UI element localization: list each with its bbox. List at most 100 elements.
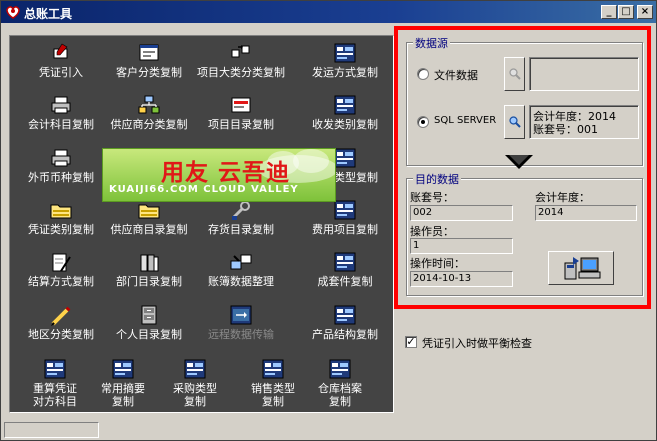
tool-button[interactable]: 重算凭证 对方科目 [15, 358, 95, 408]
sql-server-radio[interactable] [417, 116, 429, 128]
tool-label: 账簿数据整理 [208, 275, 274, 288]
tool-label: 个人目录复制 [116, 328, 182, 341]
tool-button[interactable]: 存货目录复制 [195, 199, 287, 236]
maximize-button[interactable]: □ [618, 5, 634, 19]
cabinet-icon [103, 304, 195, 326]
printer-icon [15, 147, 107, 169]
database-table-icon [233, 358, 313, 380]
copy-arrows-icon [195, 42, 287, 64]
printer-icon [15, 94, 107, 116]
target-account-label: 账套号： [410, 191, 454, 204]
tool-button[interactable]: 地区分类复制 [15, 304, 107, 341]
tool-label: 地区分类复制 [28, 328, 94, 341]
target-group: 目的数据 账套号： 002 会计年度： 2014 操作员： 1 操作时间： 20… [406, 171, 643, 296]
tool-button[interactable]: 产品结构复制 [299, 304, 391, 341]
file-path-display[interactable] [529, 57, 639, 91]
tool-label: 常用摘要 [101, 382, 145, 395]
source-group-title: 数据源 [413, 35, 450, 51]
tool-label: 发运方式复制 [312, 66, 378, 79]
source-group: 数据源 文件数据 SQL SERVER 会计年度：2014 账套号：001 [406, 35, 643, 166]
document-pen-icon [15, 251, 107, 273]
tool-button[interactable]: 外币币种复制 [15, 147, 107, 184]
source-account: 账套号：001 [533, 123, 598, 136]
database-table-icon [155, 358, 235, 380]
tool-label-line2: 复制 [262, 395, 284, 408]
minimize-button[interactable]: _ [601, 5, 617, 19]
tool-label: 产品结构复制 [312, 328, 378, 341]
tool-label-line2: 复制 [112, 395, 134, 408]
tool-button[interactable]: 项目目录复制 [195, 94, 287, 131]
tool-button[interactable]: 销售类型 复制 [233, 358, 313, 408]
execute-copy-button[interactable] [548, 251, 614, 285]
tool-label: 结算方式复制 [28, 275, 94, 288]
window-title: 总账工具 [24, 7, 73, 21]
target-group-title: 目的数据 [413, 171, 461, 187]
window-icon [103, 42, 195, 64]
tool-button[interactable]: 客户分类复制 [103, 42, 195, 79]
tool-label: 重算凭证 [33, 382, 77, 395]
tool-label: 项目大类分类复制 [197, 66, 285, 79]
database-table-icon [299, 94, 391, 116]
file-data-label: 文件数据 [434, 69, 478, 82]
folder-icon [103, 199, 195, 221]
tool-button[interactable]: 项目大类分类复制 [195, 42, 287, 79]
tool-button[interactable]: 结算方式复制 [15, 251, 107, 288]
app-logo-icon [6, 6, 20, 19]
tool-button[interactable]: 个人目录复制 [103, 304, 195, 341]
tool-button[interactable]: 常用摘要 复制 [83, 358, 163, 408]
file-browse-button[interactable] [504, 57, 525, 91]
down-arrow-icon [505, 155, 533, 169]
close-button[interactable]: × [637, 5, 653, 19]
magnifier-icon [509, 116, 521, 128]
magnifier-icon [509, 68, 521, 80]
banner-subtitle: KUAIJI66.COM CLOUD VALLEY [109, 184, 299, 195]
tool-label: 供应商分类复制 [110, 118, 188, 131]
status-bar [4, 422, 99, 438]
tool-label: 远程数据传输 [208, 328, 274, 341]
tool-button[interactable]: 会计科目复制 [15, 94, 107, 131]
tool-label: 成套件复制 [317, 275, 373, 288]
target-year-field[interactable]: 2014 [535, 205, 637, 221]
tool-button[interactable]: 采购类型 复制 [155, 358, 235, 408]
operation-time-field[interactable]: 2014-10-13 [410, 271, 513, 287]
computer-transfer-icon [564, 257, 601, 280]
tool-button[interactable]: 费用项目复制 [299, 199, 391, 236]
sql-source-display: 会计年度：2014 账套号：001 [529, 105, 639, 139]
database-table-icon [299, 42, 391, 64]
network-icon [103, 94, 195, 116]
sql-server-label: SQL SERVER [434, 115, 497, 126]
tool-button[interactable]: 部门目录复制 [103, 251, 195, 288]
tool-button[interactable]: 账簿数据整理 [195, 251, 287, 288]
file-data-radio[interactable] [417, 68, 429, 80]
target-year-label: 会计年度： [535, 191, 590, 204]
tool-label: 费用项目复制 [312, 223, 378, 236]
tool-label-line2: 复制 [184, 395, 206, 408]
balance-check-checkbox[interactable]: ✓ [405, 336, 417, 348]
banner-title: 用友 云吾迪 [161, 160, 291, 186]
tool-button[interactable]: 供应商分类复制 [103, 94, 195, 131]
tool-button[interactable]: 发运方式复制 [299, 42, 391, 79]
sql-browse-button[interactable] [504, 105, 525, 139]
target-account-field[interactable]: 002 [410, 205, 513, 221]
books-icon [103, 251, 195, 273]
tool-button[interactable]: 供应商目录复制 [103, 199, 195, 236]
tool-label: 项目目录复制 [208, 118, 274, 131]
tool-button[interactable]: 成套件复制 [299, 251, 391, 288]
operator-field[interactable]: 1 [410, 238, 513, 254]
pencil-icon [15, 304, 107, 326]
tool-button[interactable]: 凭证引入 [15, 42, 107, 79]
tool-label: 采购类型 [173, 382, 217, 395]
database-table-icon [83, 358, 163, 380]
tool-label: 部门目录复制 [116, 275, 182, 288]
operator-label: 操作员： [410, 225, 454, 238]
tool-button[interactable]: 凭证类别复制 [15, 199, 107, 236]
tools-panel: 仓库档案 复制 销售类型 复制 采购类型 复制 常用摘要 复制 重算凭证 对方科目 产品结构复制 远程… [9, 35, 394, 413]
tool-label: 外币币种复制 [28, 171, 94, 184]
tool-button[interactable]: 远程数据传输 [195, 304, 287, 341]
title-bar[interactable]: 总账工具 _ □ × [1, 1, 656, 23]
database-table-icon [299, 251, 391, 273]
tool-label: 销售类型 [251, 382, 295, 395]
tool-button[interactable]: 收发类别复制 [299, 94, 391, 131]
tool-label: 供应商目录复制 [110, 223, 188, 236]
tool-label: 凭证类别复制 [28, 223, 94, 236]
